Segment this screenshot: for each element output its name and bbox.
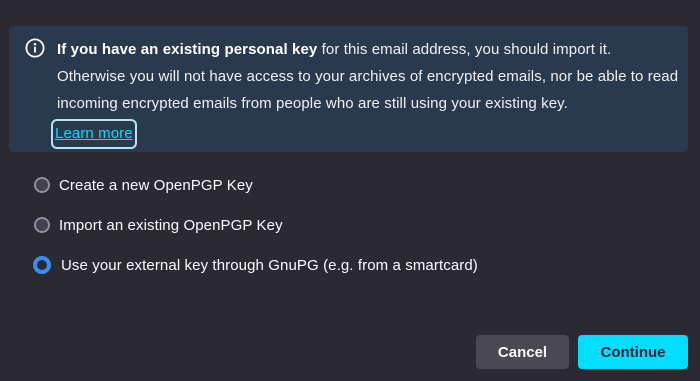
option-create-new-key[interactable]: Create a new OpenPGP Key bbox=[32, 175, 478, 195]
external-gnupg-key-label: Use your external key through GnuPG (e.g… bbox=[61, 256, 478, 274]
create-new-key-radio[interactable] bbox=[34, 177, 50, 193]
external-gnupg-key-radio[interactable] bbox=[33, 256, 51, 274]
create-new-key-label: Create a new OpenPGP Key bbox=[59, 176, 253, 194]
option-import-existing-key[interactable]: Import an existing OpenPGP Key bbox=[32, 215, 478, 235]
import-existing-key-label: Import an existing OpenPGP Key bbox=[59, 216, 283, 234]
learn-more-link[interactable]: Learn more bbox=[51, 119, 137, 149]
notice-text: If you have an existing personal key for… bbox=[51, 36, 679, 149]
existing-key-notice: If you have an existing personal key for… bbox=[9, 26, 688, 152]
import-existing-key-radio[interactable] bbox=[34, 217, 50, 233]
continue-button[interactable]: Continue bbox=[578, 335, 688, 369]
key-options-radio-group: Create a new OpenPGP Key Import an exist… bbox=[32, 175, 478, 295]
cancel-button[interactable]: Cancel bbox=[476, 335, 569, 369]
notice-bold-text: If you have an existing personal key bbox=[57, 41, 318, 58]
info-icon bbox=[25, 38, 45, 58]
option-external-gnupg-key[interactable]: Use your external key through GnuPG (e.g… bbox=[32, 255, 478, 275]
